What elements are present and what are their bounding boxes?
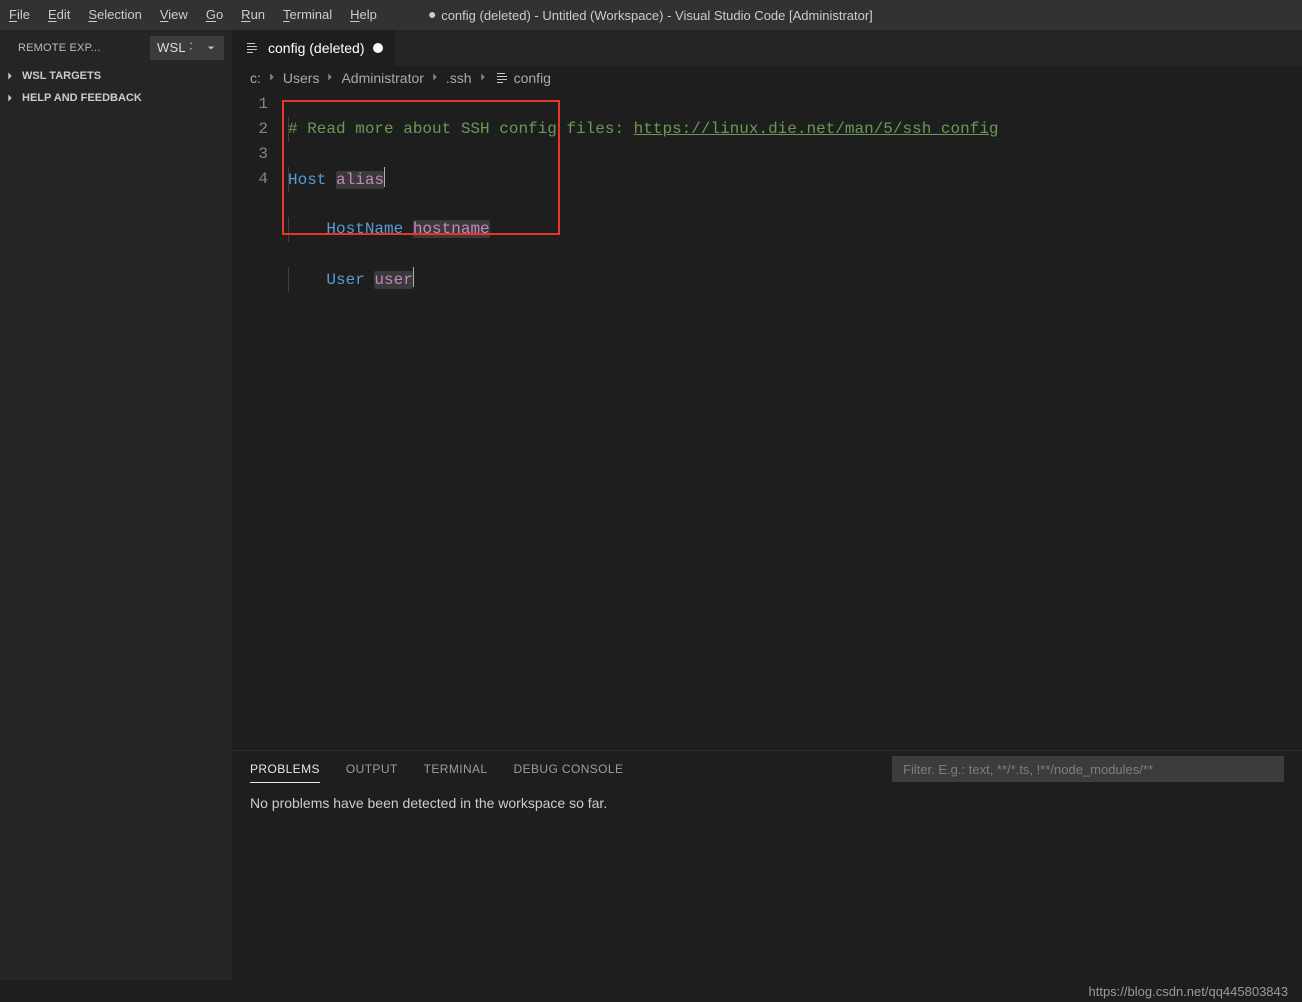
file-icon xyxy=(494,70,510,86)
crumb-3[interactable]: .ssh xyxy=(446,70,472,86)
line-number: 2 xyxy=(232,117,268,142)
file-icon xyxy=(244,40,260,56)
editor-column: config (deleted) c: Users Administrator … xyxy=(232,30,1302,980)
problems-message: No problems have been detected in the wo… xyxy=(232,787,1302,819)
section-wsl-targets[interactable]: WSL TARGETS xyxy=(0,65,232,87)
crumb-1[interactable]: Users xyxy=(283,70,320,86)
line-number-gutter: 1 2 3 4 xyxy=(232,90,288,750)
statusbar: https://blog.csdn.net/qq445803843 xyxy=(0,980,1302,1002)
menu-view-label: View xyxy=(160,7,188,22)
chevron-right-icon xyxy=(2,69,18,83)
menu-help-label: Help xyxy=(350,7,377,22)
window-title-text: config (deleted) - Untitled (Workspace) … xyxy=(441,8,873,23)
crumb-4[interactable]: config xyxy=(514,70,551,86)
sidebar: REMOTE EXP... WSL ˸ WSL TARGETS HELP AND… xyxy=(0,30,232,980)
menu-terminal[interactable]: Terminal xyxy=(274,0,341,30)
section-help-feedback[interactable]: HELP AND FEEDBACK xyxy=(0,87,232,109)
problems-filter-placeholder: Filter. E.g.: text, **/*.ts, !**/node_mo… xyxy=(903,762,1153,777)
code-line-3[interactable]: HostName hostname xyxy=(288,217,999,242)
ssh-config-link[interactable]: https://linux.die.net/man/5/ssh_config xyxy=(634,120,999,138)
menu-edit[interactable]: Edit xyxy=(39,0,79,30)
chevron-right-icon xyxy=(2,91,18,105)
sidebar-header: REMOTE EXP... WSL ˸ xyxy=(0,30,232,65)
menu-selection[interactable]: Selection xyxy=(79,0,150,30)
chevron-right-icon xyxy=(428,70,442,87)
chevron-right-icon xyxy=(476,70,490,87)
menu-selection-label: Selection xyxy=(88,7,141,22)
tab-config[interactable]: config (deleted) xyxy=(232,30,396,66)
breadcrumb: c: Users Administrator .ssh config xyxy=(232,66,1302,90)
remote-kind-value: WSL ˸ xyxy=(157,40,193,55)
menu-help[interactable]: Help xyxy=(341,0,386,30)
tab-config-label: config (deleted) xyxy=(268,40,365,56)
sidebar-title: REMOTE EXP... xyxy=(18,42,142,54)
panel-tab-terminal[interactable]: TERMINAL xyxy=(424,762,488,776)
watermark-text: https://blog.csdn.net/qq445803843 xyxy=(1089,984,1289,999)
menu-file[interactable]: File xyxy=(0,0,39,30)
crumb-0[interactable]: c: xyxy=(250,70,261,86)
crumb-2[interactable]: Administrator xyxy=(341,70,423,86)
panel-tab-output[interactable]: OUTPUT xyxy=(346,762,398,776)
panel-tab-problems[interactable]: PROBLEMS xyxy=(250,762,320,783)
remote-kind-dropdown[interactable]: WSL ˸ xyxy=(150,36,224,60)
menu-run[interactable]: Run xyxy=(232,0,274,30)
dirty-indicator-icon xyxy=(429,12,435,18)
menubar: File Edit Selection View Go Run Terminal… xyxy=(0,0,1302,30)
line-number: 1 xyxy=(232,92,268,117)
menu-edit-label: Edit xyxy=(48,7,70,22)
code-line-4[interactable]: User user xyxy=(288,267,999,292)
menu-go[interactable]: Go xyxy=(197,0,232,30)
menu-go-label: Go xyxy=(206,7,223,22)
line-number: 4 xyxy=(232,167,268,192)
text-cursor-icon xyxy=(384,167,385,187)
code-line-1[interactable]: # Read more about SSH config files: http… xyxy=(288,117,999,142)
section-wsl-targets-label: WSL TARGETS xyxy=(22,70,101,82)
chevron-right-icon xyxy=(323,70,337,87)
code-area[interactable]: # Read more about SSH config files: http… xyxy=(288,90,999,750)
menu-view[interactable]: View xyxy=(151,0,197,30)
bottom-panel: PROBLEMS OUTPUT TERMINAL DEBUG CONSOLE F… xyxy=(232,750,1302,980)
window-title: config (deleted) - Untitled (Workspace) … xyxy=(429,8,873,23)
menu-terminal-label: Terminal xyxy=(283,7,332,22)
problems-filter-input[interactable]: Filter. E.g.: text, **/*.ts, !**/node_mo… xyxy=(892,756,1284,782)
tab-dirty-icon[interactable] xyxy=(373,43,383,53)
text-cursor-icon xyxy=(413,267,414,287)
section-help-feedback-label: HELP AND FEEDBACK xyxy=(22,92,142,104)
editor-tabs: config (deleted) xyxy=(232,30,1302,66)
code-line-2[interactable]: Host alias xyxy=(288,167,999,192)
main-area: REMOTE EXP... WSL ˸ WSL TARGETS HELP AND… xyxy=(0,30,1302,980)
editor[interactable]: 1 2 3 4 # Read more about SSH config fil… xyxy=(232,90,1302,750)
line-number: 3 xyxy=(232,142,268,167)
panel-tab-debug-console[interactable]: DEBUG CONSOLE xyxy=(514,762,624,776)
chevron-right-icon xyxy=(265,70,279,87)
menu-file-label: File xyxy=(9,7,30,22)
menu-run-label: Run xyxy=(241,7,265,22)
chevron-down-icon xyxy=(205,42,217,54)
panel-tabs: PROBLEMS OUTPUT TERMINAL DEBUG CONSOLE F… xyxy=(232,751,1302,787)
